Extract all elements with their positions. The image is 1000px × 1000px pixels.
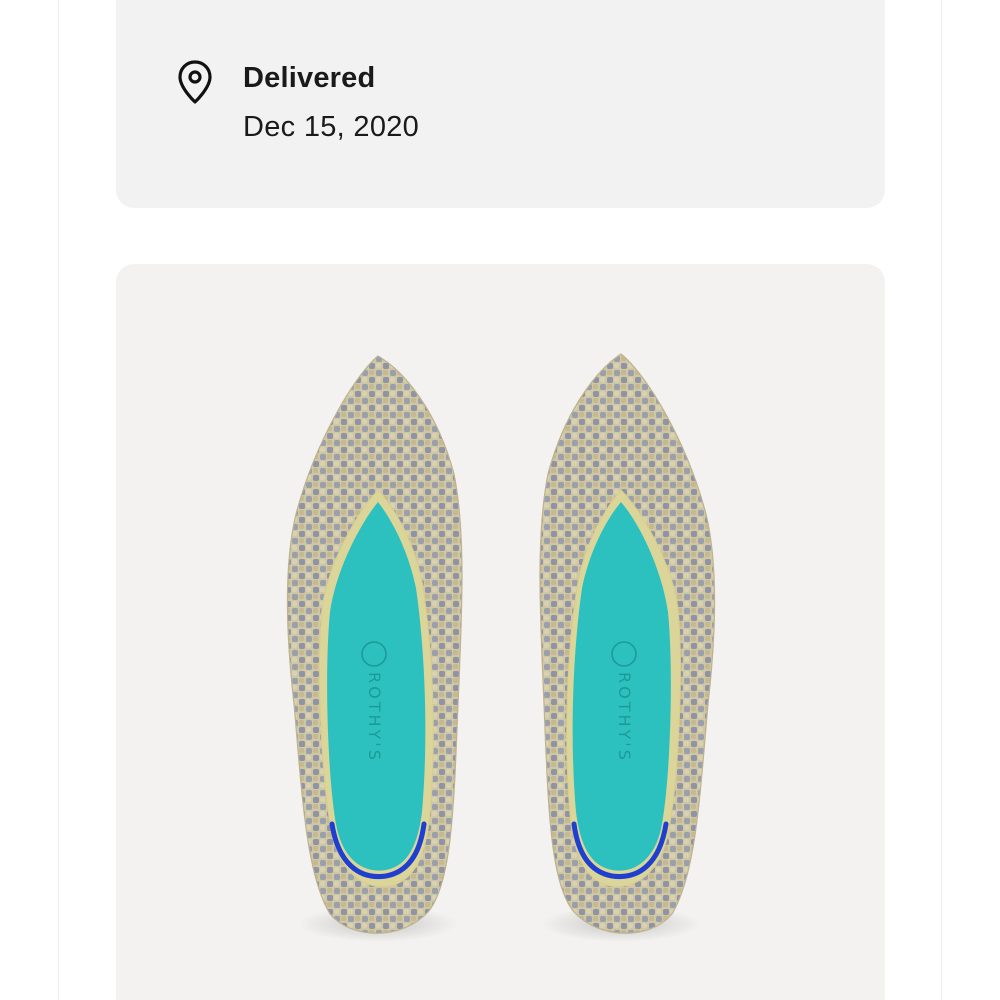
product-image: ROTHY'S ROTHY'S	[286, 353, 716, 942]
order-detail-page: Delivered Dec 15, 2020 ROTHY'S ROTHY'S	[0, 0, 1000, 1000]
location-pin-icon	[178, 60, 212, 104]
left-brand-label: ROTHY'S	[365, 672, 384, 763]
delivery-date: Dec 15, 2020	[243, 111, 420, 143]
right-divider	[941, 0, 942, 1000]
left-divider	[58, 0, 59, 1000]
left-shoe: ROTHY'S	[286, 355, 463, 942]
delivery-status-label: Delivered	[243, 62, 376, 94]
delivery-status-card	[116, 0, 885, 208]
right-brand-label: ROTHY'S	[615, 672, 634, 763]
right-shoe: ROTHY'S	[539, 353, 716, 942]
product-image-card[interactable]: ROTHY'S ROTHY'S	[116, 264, 885, 1000]
